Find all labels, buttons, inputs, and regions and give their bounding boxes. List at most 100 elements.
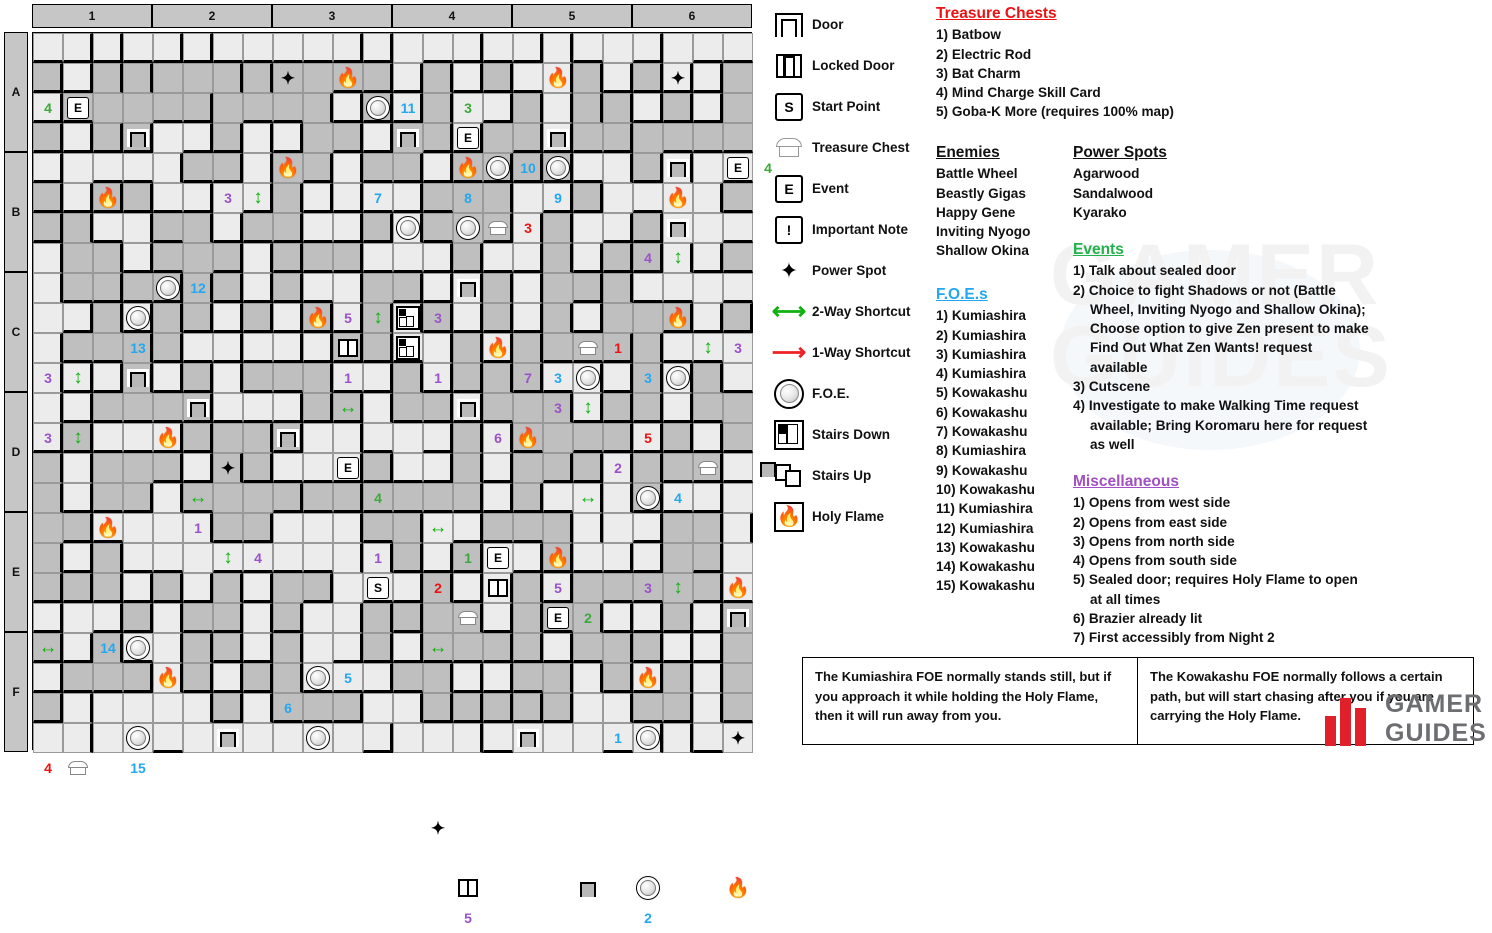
map-cell[interactable] <box>693 93 723 123</box>
map-cell[interactable] <box>333 63 363 93</box>
map-cell[interactable] <box>723 423 753 453</box>
map-cell[interactable] <box>333 363 363 393</box>
map-cell[interactable] <box>603 513 633 543</box>
map-cell[interactable] <box>93 723 123 753</box>
map-cell[interactable] <box>663 183 693 213</box>
map-cell[interactable] <box>33 63 63 93</box>
map-cell[interactable] <box>123 333 153 363</box>
map-cell[interactable] <box>63 183 93 213</box>
map-cell[interactable] <box>363 543 393 573</box>
map-cell[interactable] <box>573 333 603 363</box>
map-cell[interactable] <box>723 183 753 213</box>
map-cell[interactable] <box>153 513 183 543</box>
map-cell[interactable] <box>363 273 393 303</box>
map-cell[interactable] <box>693 543 723 573</box>
map-cell[interactable] <box>363 93 393 123</box>
map-cell[interactable] <box>633 603 663 633</box>
map-cell[interactable] <box>543 513 573 543</box>
map-cell[interactable] <box>153 63 183 93</box>
map-cell[interactable] <box>513 723 543 753</box>
map-cell[interactable] <box>603 183 633 213</box>
map-cell[interactable] <box>423 153 453 183</box>
map-cell[interactable] <box>123 663 153 693</box>
map-cell[interactable] <box>363 453 393 483</box>
map-cell[interactable] <box>423 573 453 603</box>
map-cell[interactable] <box>93 483 123 513</box>
map-cell[interactable] <box>273 363 303 393</box>
map-cell[interactable] <box>663 393 693 423</box>
map-cell[interactable] <box>363 423 393 453</box>
map-cell[interactable] <box>693 33 723 63</box>
map-cell[interactable] <box>333 33 363 63</box>
map-cell[interactable] <box>243 333 273 363</box>
map-cell[interactable] <box>723 243 753 273</box>
map-cell[interactable] <box>123 393 153 423</box>
map-cell[interactable] <box>213 93 243 123</box>
map-cell[interactable] <box>183 303 213 333</box>
map-cell[interactable] <box>633 93 663 123</box>
map-cell[interactable] <box>393 393 423 423</box>
map-cell[interactable] <box>123 363 153 393</box>
map-cell[interactable] <box>513 633 543 663</box>
map-cell[interactable] <box>153 303 183 333</box>
map-cell[interactable] <box>213 303 243 333</box>
map-cell[interactable] <box>423 33 453 63</box>
map-cell[interactable] <box>273 273 303 303</box>
map-cell[interactable] <box>513 243 543 273</box>
map-cell[interactable] <box>243 423 273 453</box>
map-cell[interactable] <box>603 603 633 633</box>
map-cell[interactable] <box>153 573 183 603</box>
map-cell[interactable] <box>573 33 603 63</box>
map-cell[interactable] <box>243 183 273 213</box>
map-cell[interactable] <box>303 483 333 513</box>
map-cell[interactable] <box>123 93 153 123</box>
map-cell[interactable] <box>303 243 333 273</box>
map-cell[interactable] <box>363 213 393 243</box>
map-cell[interactable] <box>513 333 543 363</box>
map-cell[interactable] <box>63 153 93 183</box>
map-cell[interactable] <box>183 693 213 723</box>
map-cell[interactable] <box>693 303 723 333</box>
map-cell[interactable] <box>183 573 213 603</box>
map-cell[interactable] <box>363 153 393 183</box>
map-cell[interactable] <box>513 93 543 123</box>
map-cell[interactable] <box>693 573 723 603</box>
map-cell[interactable] <box>483 363 513 393</box>
map-cell[interactable] <box>333 273 363 303</box>
map-cell[interactable] <box>303 573 333 603</box>
map-cell[interactable] <box>63 723 93 753</box>
map-cell[interactable] <box>33 303 63 333</box>
map-cell[interactable] <box>513 273 543 303</box>
map-cell[interactable] <box>633 453 663 483</box>
map-cell[interactable] <box>363 663 393 693</box>
map-cell[interactable] <box>303 33 333 63</box>
map-cell[interactable] <box>63 243 93 273</box>
map-cell[interactable] <box>603 63 633 93</box>
map-cell[interactable] <box>33 153 63 183</box>
map-cell[interactable] <box>273 333 303 363</box>
map-cell[interactable] <box>33 243 63 273</box>
map-cell[interactable] <box>423 633 453 663</box>
map-cell[interactable] <box>513 63 543 93</box>
map-cell[interactable] <box>573 603 603 633</box>
map-cell[interactable] <box>603 363 633 393</box>
map-cell[interactable] <box>153 183 183 213</box>
map-cell[interactable] <box>243 573 273 603</box>
map-cell[interactable] <box>603 543 633 573</box>
map-cell[interactable] <box>423 483 453 513</box>
map-cell[interactable] <box>663 423 693 453</box>
map-cell[interactable] <box>273 243 303 273</box>
map-cell[interactable] <box>243 63 273 93</box>
map-cell[interactable] <box>33 663 63 693</box>
map-cell[interactable] <box>63 303 93 333</box>
map-cell[interactable] <box>333 183 363 213</box>
map-cell[interactable] <box>63 273 93 303</box>
map-cell[interactable] <box>63 603 93 633</box>
map-cell[interactable] <box>243 483 273 513</box>
map-cell[interactable] <box>213 663 243 693</box>
map-cell[interactable] <box>423 183 453 213</box>
map-cell[interactable] <box>273 93 303 123</box>
map-cell[interactable] <box>633 723 663 753</box>
map-cell[interactable] <box>63 663 93 693</box>
map-cell[interactable] <box>663 303 693 333</box>
